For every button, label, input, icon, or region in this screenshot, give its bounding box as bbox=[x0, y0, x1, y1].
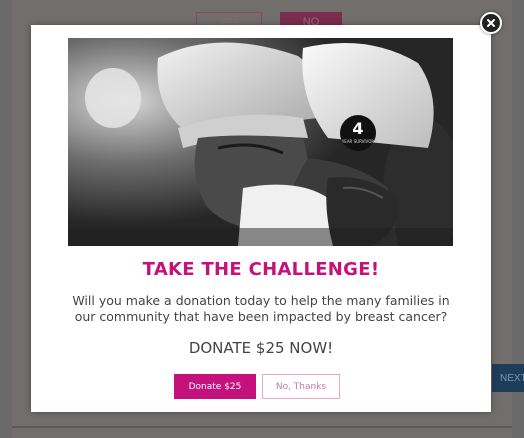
donate-call-to-action: DONATE $25 NOW! bbox=[188, 339, 334, 357]
photo-badge-text: YEAR SURVIVOR bbox=[341, 139, 375, 144]
close-icon bbox=[487, 19, 495, 27]
no-thanks-button[interactable]: No, Thanks bbox=[262, 374, 340, 399]
photo-badge-number: 4 bbox=[352, 119, 363, 138]
donation-modal: 4 YEAR SURVIVOR TAKE THE CHALLENGE! Will… bbox=[31, 25, 491, 412]
hero-photo: 4 YEAR SURVIVOR bbox=[68, 38, 453, 246]
background-next-button: NEXT bbox=[492, 364, 524, 392]
modal-title: TAKE THE CHALLENGE! bbox=[142, 259, 380, 280]
close-button[interactable] bbox=[480, 12, 502, 34]
donate-button[interactable]: Donate $25 bbox=[174, 374, 256, 399]
background-divider bbox=[12, 426, 512, 428]
modal-description: Will you make a donation today to help t… bbox=[72, 293, 450, 324]
